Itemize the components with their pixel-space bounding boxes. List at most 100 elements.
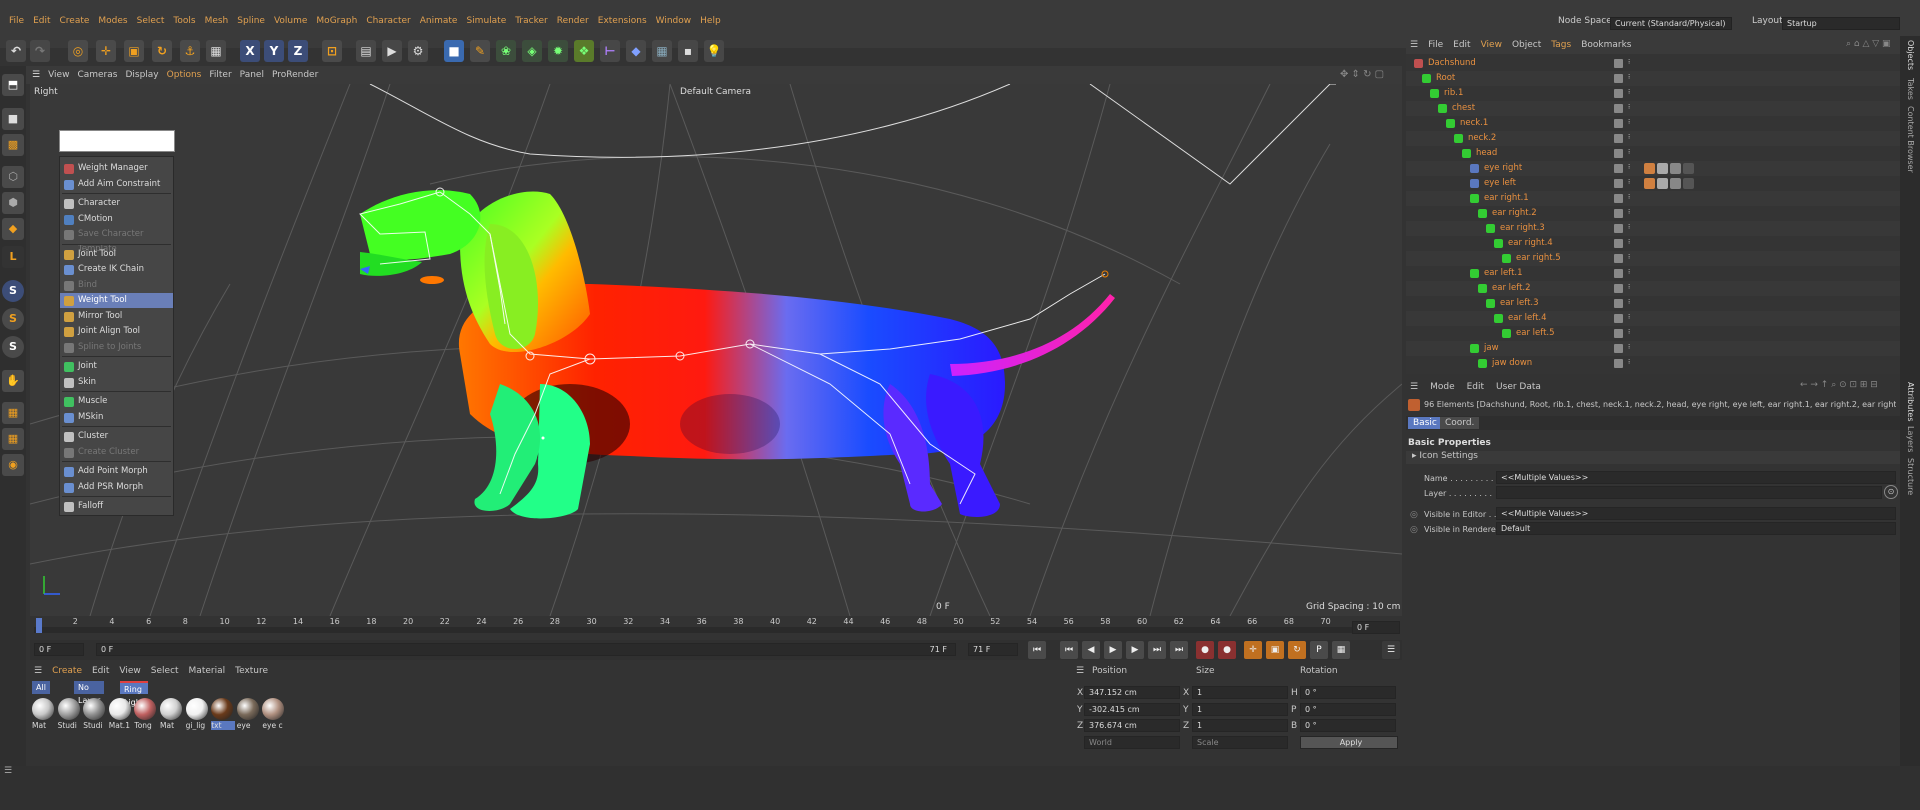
visibility-dots-icon[interactable]: ⁝ <box>1628 313 1630 321</box>
tag-icon[interactable] <box>1644 163 1655 174</box>
object-name[interactable]: neck.1 <box>1460 116 1488 131</box>
hamburger-icon[interactable]: ☰ <box>4 766 12 776</box>
object-row[interactable] <box>1406 191 1900 206</box>
snap-settings-icon[interactable]: S <box>2 308 24 330</box>
object-manager-tools-icon[interactable]: ⌕ ⌂ △ ▽ ▣ <box>1846 39 1891 49</box>
visibility-dots-icon[interactable]: ⁝ <box>1628 328 1630 336</box>
tab-structure[interactable]: Structure <box>1906 458 1915 495</box>
object-name[interactable]: jaw <box>1484 341 1499 356</box>
polygons-mode-icon[interactable]: ◆ <box>2 218 24 240</box>
enable-check-icon[interactable] <box>1614 254 1623 263</box>
menu-item-weight-tool[interactable]: Weight Tool <box>60 293 173 308</box>
object-row[interactable] <box>1406 266 1900 281</box>
hamburger-icon[interactable]: ☰ <box>1410 382 1418 392</box>
workplane-snap-icon[interactable]: S <box>2 336 24 358</box>
coord-system-icon[interactable]: ⊡ <box>322 40 342 62</box>
material-name[interactable]: gi_lig <box>186 721 210 730</box>
rotate-icon[interactable]: ↻ <box>152 40 172 62</box>
object-name[interactable]: ear left.3 <box>1500 296 1539 311</box>
position-field[interactable]: 376.674 cm <box>1084 719 1180 732</box>
layer-field[interactable] <box>1496 486 1882 499</box>
tab-content-browser[interactable]: Content Browser <box>1906 106 1915 173</box>
enable-check-icon[interactable] <box>1614 74 1623 83</box>
enable-check-icon[interactable] <box>1614 119 1623 128</box>
visibility-dots-icon[interactable]: ⁝ <box>1628 148 1630 156</box>
timeline-settings-icon[interactable]: ☰ <box>1382 641 1400 659</box>
timeline-playhead[interactable] <box>36 618 42 633</box>
visibility-dots-icon[interactable]: ⁝ <box>1628 178 1630 186</box>
mat-menu-edit[interactable]: Edit <box>92 666 109 676</box>
object-row[interactable] <box>1406 221 1900 236</box>
scene-icon[interactable]: ⊢ <box>600 40 620 62</box>
vp-menu-panel[interactable]: Panel <box>240 70 264 80</box>
workplane-icon[interactable]: ▦ <box>2 402 24 424</box>
rotation-field[interactable]: 0 ° <box>1300 702 1396 716</box>
enable-check-icon[interactable] <box>1614 149 1623 158</box>
obj-menu-view[interactable]: View <box>1481 40 1502 50</box>
key-position-icon[interactable]: ✛ <box>1244 641 1262 659</box>
next-keyframe-icon[interactable]: ⏭ <box>1148 641 1166 659</box>
enable-check-icon[interactable] <box>1614 269 1623 278</box>
frame-range-slider[interactable]: 0 F 71 F <box>96 643 956 656</box>
field-icon[interactable]: ✹ <box>548 40 568 62</box>
menu-tools[interactable]: Tools <box>173 16 195 26</box>
recent-tools-icon[interactable]: ⚓ <box>180 40 200 62</box>
menu-modes[interactable]: Modes <box>98 16 127 26</box>
prev-keyframe-icon[interactable]: ⏮ <box>1060 641 1078 659</box>
play-icon[interactable]: ▶ <box>1104 641 1122 659</box>
tag-icon[interactable]: ◆ <box>626 40 646 62</box>
obj-menu-file[interactable]: File <box>1428 40 1443 50</box>
object-row[interactable] <box>1406 56 1900 71</box>
filter-all[interactable]: All <box>32 681 50 694</box>
enable-check-icon[interactable] <box>1614 194 1623 203</box>
vp-menu-display[interactable]: Display <box>125 70 158 80</box>
object-row[interactable] <box>1406 311 1900 326</box>
material-name[interactable]: Studi <box>83 721 107 730</box>
menu-file[interactable]: File <box>9 16 24 26</box>
object-name[interactable]: rib.1 <box>1444 86 1463 101</box>
material-preview[interactable] <box>185 698 208 720</box>
menu-tracker[interactable]: Tracker <box>515 16 547 26</box>
move-icon[interactable]: ✛ <box>96 40 116 62</box>
object-name[interactable]: Dachshund <box>1428 56 1476 71</box>
lock-workplane-icon[interactable]: ▦ <box>2 428 24 450</box>
enable-check-icon[interactable] <box>1614 299 1623 308</box>
start-frame-field[interactable]: 0 F <box>34 643 84 656</box>
hamburger-icon[interactable]: ☰ <box>1076 666 1084 676</box>
menu-item-muscle[interactable]: Muscle <box>60 394 173 409</box>
vp-menu-options[interactable]: Options <box>167 70 202 80</box>
mat-menu-texture[interactable]: Texture <box>235 666 268 676</box>
attribute-nav-icons[interactable]: ← → ↑ ⌕ ⊙ ⊡ ⊞ ⊟ <box>1800 380 1878 390</box>
enable-check-icon[interactable] <box>1614 209 1623 218</box>
material-name[interactable]: txt <box>211 721 236 730</box>
model-mode-icon[interactable]: ■ <box>2 108 24 130</box>
mat-menu-create[interactable]: Create <box>52 666 82 676</box>
object-name[interactable]: eye right <box>1484 161 1522 176</box>
checker-icon[interactable]: ▦ <box>206 40 226 62</box>
menu-spline[interactable]: Spline <box>237 16 265 26</box>
tab-basic[interactable]: Basic <box>1408 417 1442 429</box>
position-field[interactable]: 347.152 cm <box>1084 686 1180 699</box>
tweak-icon[interactable]: ✋ <box>2 370 24 392</box>
material-name[interactable]: eye c <box>262 721 286 730</box>
obj-menu-tags[interactable]: Tags <box>1551 40 1571 50</box>
tag-icon[interactable] <box>1670 163 1681 174</box>
enable-check-icon[interactable] <box>1614 104 1623 113</box>
size-field[interactable]: 1 <box>1192 719 1288 732</box>
end-frame-field[interactable]: 71 F <box>968 643 1018 656</box>
object-name[interactable]: ear right.1 <box>1484 191 1529 206</box>
position-field[interactable]: -302.415 cm <box>1084 702 1180 716</box>
hamburger-icon[interactable]: ☰ <box>1410 40 1418 50</box>
object-name[interactable]: ear right.2 <box>1492 206 1537 221</box>
icon-settings-group[interactable]: ▸ Icon Settings <box>1406 451 1900 464</box>
mograph-icon[interactable]: ❖ <box>574 40 594 62</box>
menu-item-add-aim-constraint[interactable]: Add Aim Constraint <box>60 177 173 192</box>
autokey-icon[interactable]: ● <box>1218 641 1236 659</box>
attr-menu-mode[interactable]: Mode <box>1430 382 1455 392</box>
keyframe-dot-icon[interactable]: ◎ <box>1410 510 1418 520</box>
tag-icon[interactable] <box>1657 163 1668 174</box>
enable-check-icon[interactable] <box>1614 359 1623 368</box>
pen-icon[interactable]: ✎ <box>470 40 490 62</box>
next-frame-icon[interactable]: ▶ <box>1126 641 1144 659</box>
visibility-dots-icon[interactable]: ⁝ <box>1628 343 1630 351</box>
